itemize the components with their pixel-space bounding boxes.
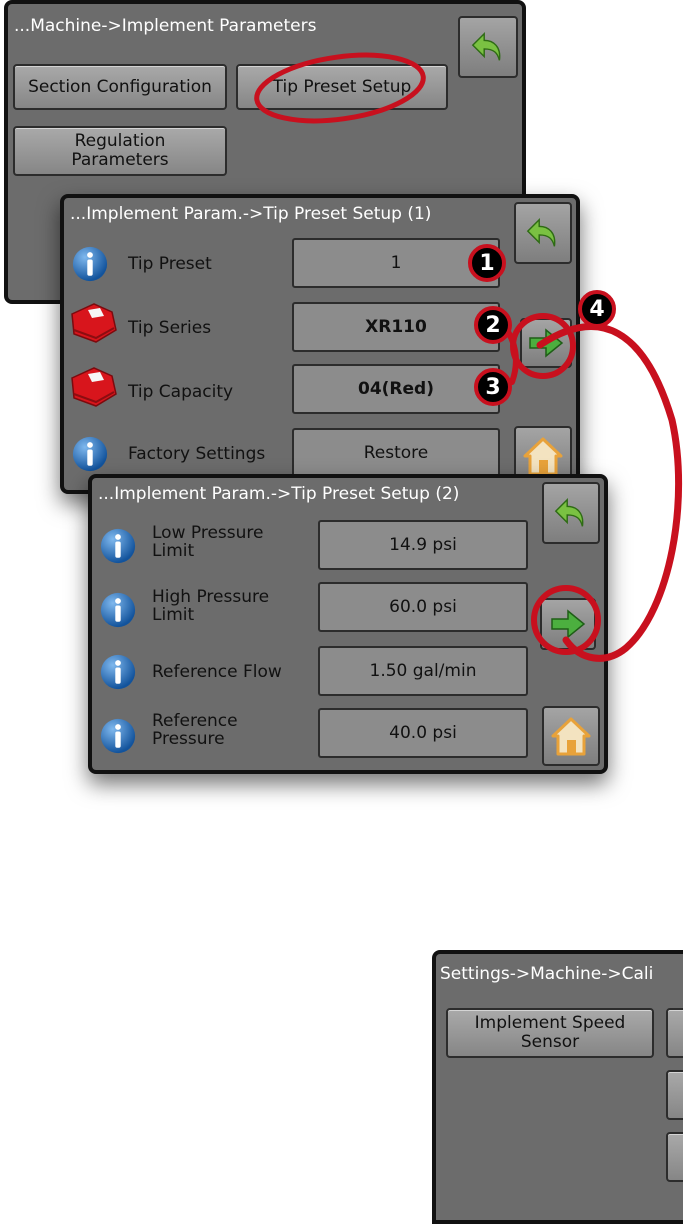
home-button[interactable] <box>542 706 600 766</box>
implement-speed-sensor-line1: Implement Speed <box>474 1013 626 1033</box>
tip-capacity-label: Tip Capacity <box>128 382 234 402</box>
back-button[interactable] <box>458 16 518 78</box>
home-icon <box>523 437 563 476</box>
implement-speed-sensor-line2: Sensor <box>520 1032 580 1052</box>
screen-title: ...Implement Param.->Tip Preset Setup (2… <box>98 484 460 504</box>
home-icon <box>551 717 591 756</box>
calibration-button-a[interactable] <box>666 1008 683 1058</box>
callout-3: 3 <box>474 368 512 406</box>
factory-settings-label: Factory Settings <box>128 444 266 464</box>
reference-pressure-value[interactable]: 40.0 psi <box>318 708 528 758</box>
low-pressure-limit-line1: Low Pressure <box>152 523 264 543</box>
tip-nozzle-icon[interactable] <box>66 364 122 410</box>
low-pressure-limit-line2: Limit <box>152 541 195 561</box>
tip-preset-setup-button[interactable]: Tip Preset Setup <box>236 64 448 110</box>
high-pressure-limit-label: High Pressure Limit <box>152 588 269 624</box>
callout-2: 2 <box>474 306 512 344</box>
restore-button[interactable]: Restore <box>292 428 500 478</box>
high-pressure-limit-value[interactable]: 60.0 psi <box>318 582 528 632</box>
reference-flow-label: Reference Flow <box>152 662 282 682</box>
high-pressure-limit-line1: High Pressure <box>152 587 270 607</box>
next-arrow-icon <box>529 328 564 358</box>
section-configuration-button[interactable]: Section Configuration <box>13 64 227 110</box>
calibration-screen: Settings->Machine->Cali Implement Speed … <box>432 950 683 1224</box>
regulation-parameters-line1: Regulation <box>74 131 166 151</box>
tip-series-value[interactable]: XR110 <box>292 302 500 352</box>
screen-title: ...Machine->Implement Parameters <box>14 16 317 36</box>
reference-flow-value[interactable]: 1.50 gal/min <box>318 646 528 696</box>
reference-pressure-line1: Reference <box>152 711 238 731</box>
back-arrow-icon <box>526 217 556 247</box>
back-button[interactable] <box>542 482 600 544</box>
low-pressure-limit-value[interactable]: 14.9 psi <box>318 520 528 570</box>
low-pressure-limit-label: Low Pressure Limit <box>152 524 263 560</box>
tip-capacity-value[interactable]: 04(Red) <box>292 364 500 414</box>
regulation-parameters-line2: Parameters <box>71 150 169 170</box>
info-icon[interactable] <box>100 528 136 564</box>
tip-series-label: Tip Series <box>128 318 212 338</box>
back-arrow-icon <box>471 31 501 61</box>
screen-title: Settings->Machine->Cali <box>440 964 654 984</box>
screen-title: ...Implement Param.->Tip Preset Setup (1… <box>70 204 432 224</box>
tip-preset-setup-screen-1: ...Implement Param.->Tip Preset Setup (1… <box>60 194 580 494</box>
info-icon[interactable] <box>72 436 108 472</box>
info-icon[interactable] <box>100 654 136 690</box>
tip-nozzle-icon[interactable] <box>66 300 122 346</box>
info-icon[interactable] <box>100 592 136 628</box>
next-page-button[interactable] <box>520 318 572 368</box>
back-button[interactable] <box>514 202 572 264</box>
implement-speed-sensor-button[interactable]: Implement Speed Sensor <box>446 1008 654 1058</box>
regulation-parameters-button[interactable]: Regulation Parameters <box>13 126 227 176</box>
tip-preset-setup-screen-2: ...Implement Param.->Tip Preset Setup (2… <box>88 474 608 774</box>
tip-preset-label: Tip Preset <box>128 254 212 274</box>
next-arrow-icon <box>551 609 586 639</box>
reference-pressure-line2: Pressure <box>152 729 225 749</box>
info-icon[interactable] <box>100 718 136 754</box>
callout-4: 4 <box>578 290 616 328</box>
high-pressure-limit-line2: Limit <box>152 605 195 625</box>
reference-pressure-label: Reference Pressure <box>152 712 238 748</box>
back-arrow-icon <box>554 497 584 527</box>
calibration-button-b[interactable] <box>666 1070 683 1120</box>
next-page-button[interactable] <box>540 598 596 650</box>
info-icon[interactable] <box>72 246 108 282</box>
calibration-button-c[interactable] <box>666 1132 683 1182</box>
callout-1: 1 <box>468 244 506 282</box>
